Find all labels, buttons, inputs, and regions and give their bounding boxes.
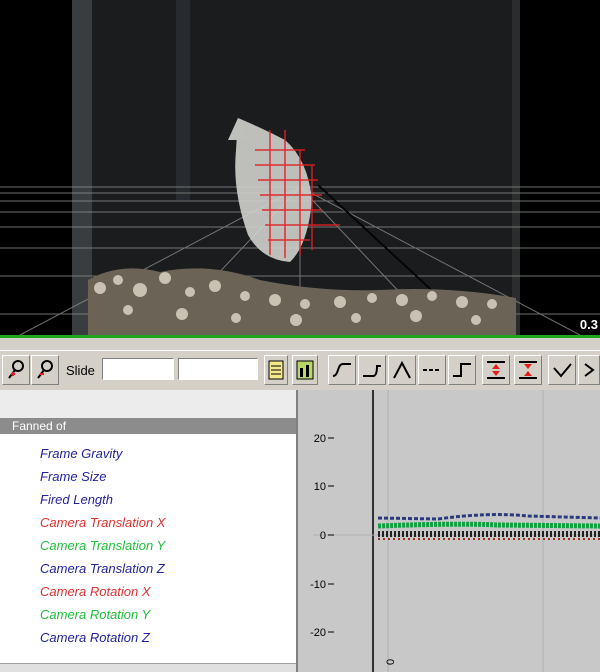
channel-list-toolbar	[0, 390, 296, 419]
viewport-readout: 0.3	[579, 317, 598, 332]
curve-step-out-button[interactable]	[358, 355, 386, 385]
curve-step-button[interactable]	[448, 355, 476, 385]
slide-label: Slide	[66, 363, 95, 378]
key-add-button[interactable]	[2, 355, 30, 385]
y-tick-label: -20	[310, 627, 326, 639]
viewport-active-border	[0, 335, 600, 338]
channel-item[interactable]: Camera Rotation Y	[40, 607, 150, 622]
x-tick-label: 0	[385, 659, 397, 665]
checkmark-icon	[553, 363, 572, 378]
channel-item[interactable]: Camera Translation X	[40, 515, 165, 530]
curve-step-icon	[453, 363, 471, 377]
channel-group-header[interactable]: Fanned of	[0, 418, 296, 434]
channel-item[interactable]: Frame Size	[40, 469, 106, 484]
curve-smooth-button[interactable]	[328, 355, 356, 385]
bars-view-button[interactable]	[292, 355, 318, 385]
3d-viewport[interactable]: 0.3	[0, 0, 600, 338]
expand-button[interactable]	[514, 355, 542, 385]
sheet-view-button[interactable]	[264, 355, 288, 385]
bars-icon	[296, 360, 314, 380]
channel-item[interactable]: Camera Translation Z	[40, 561, 165, 576]
compress-button[interactable]	[482, 355, 510, 385]
curve-translation-y[interactable]	[377, 521, 600, 529]
channel-item[interactable]: Fired Length	[40, 492, 113, 507]
channel-item[interactable]: Frame Gravity	[40, 446, 122, 461]
y-tick-label: 0	[320, 530, 326, 542]
curve-flat-icon	[423, 369, 441, 371]
more-button[interactable]	[578, 355, 600, 385]
curve-peak-button[interactable]	[388, 355, 416, 385]
chevron-right-icon	[584, 363, 595, 377]
curve-step-out-icon	[363, 365, 381, 377]
slide-end-input[interactable]	[178, 358, 258, 380]
key-remove-button[interactable]	[31, 355, 59, 385]
accept-button[interactable]	[548, 355, 576, 385]
key-add-icon	[8, 360, 24, 379]
y-tick-label: 20	[314, 433, 326, 445]
channel-item[interactable]: Camera Rotation X	[40, 584, 151, 599]
curve-peak-icon	[393, 360, 411, 379]
key-remove-icon	[37, 360, 53, 379]
toolbar: Slide	[0, 350, 600, 391]
curve-graph[interactable]: 20 10 0 -10 -20 0	[298, 390, 600, 672]
expand-icon	[519, 361, 537, 379]
viewport-scene	[0, 0, 600, 336]
curve-rotation-z[interactable]	[377, 513, 600, 521]
channel-list-panel: Fanned of Frame Gravity Frame Size Fired L…	[0, 390, 298, 672]
slide-start-input[interactable]	[102, 358, 174, 380]
channel-item[interactable]: Camera Translation Y	[40, 538, 165, 553]
curve-s-icon	[332, 363, 351, 377]
curve-flat-button[interactable]	[418, 355, 446, 385]
y-tick-label: -10	[310, 579, 326, 591]
graph-canvas[interactable]: 20 10 0 -10 -20 0	[298, 390, 600, 672]
compress-icon	[487, 361, 505, 379]
channel-list-statusbar	[0, 663, 296, 672]
channel-item[interactable]: Camera Rotation Z	[40, 630, 150, 645]
y-axis-ticks: 20 10 0 -10 -20	[310, 433, 334, 639]
sheet-icon	[268, 360, 284, 380]
y-tick-label: 10	[314, 481, 326, 493]
